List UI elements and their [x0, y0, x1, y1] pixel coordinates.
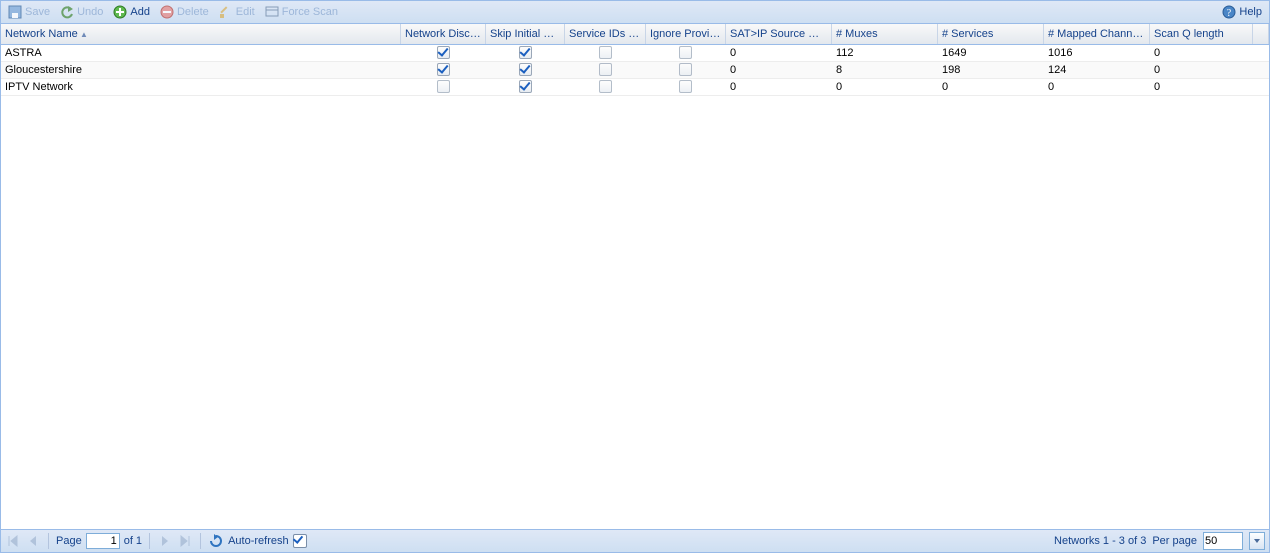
undo-icon [60, 5, 74, 19]
cell-mapped: 124 [1044, 62, 1150, 78]
col-service-ids[interactable]: Service IDs as C... [565, 24, 646, 44]
networks-panel: Save Undo Add Delete Edit [0, 0, 1270, 553]
cell-service-ids[interactable] [565, 79, 646, 95]
cell-discovery[interactable] [401, 62, 486, 78]
col-mapped-channels[interactable]: # Mapped Channels [1044, 24, 1150, 44]
col-network-discovery[interactable]: Network Discovery [401, 24, 486, 44]
edit-button[interactable]: Edit [214, 2, 260, 22]
cell-ignore-provider[interactable] [646, 45, 726, 61]
scan-icon [265, 5, 279, 19]
cell-scanq: 0 [1150, 45, 1253, 61]
col-ignore-provider[interactable]: Ignore Provider's... [646, 24, 726, 44]
checkbox-icon [519, 63, 532, 76]
cell-network-name: IPTV Network [1, 79, 401, 95]
checkbox-icon [679, 80, 692, 93]
table-row[interactable]: ASTRA0112164910160 [1, 45, 1269, 62]
cell-muxes: 8 [832, 62, 938, 78]
auto-refresh-toggle[interactable]: Auto-refresh [228, 534, 307, 548]
page-label: Page [56, 535, 82, 547]
cell-discovery[interactable] [401, 79, 486, 95]
col-spacer [1253, 24, 1269, 44]
add-button[interactable]: Add [108, 2, 155, 22]
per-page-label: Per page [1152, 535, 1197, 547]
col-scan-q[interactable]: Scan Q length [1150, 24, 1253, 44]
prev-page-button[interactable] [25, 533, 41, 549]
checkbox-icon [599, 63, 612, 76]
cell-services: 0 [938, 79, 1044, 95]
cell-skip[interactable] [486, 79, 565, 95]
last-page-button[interactable] [177, 533, 193, 549]
checkbox-icon [519, 46, 532, 59]
save-button[interactable]: Save [3, 2, 55, 22]
cell-mapped: 0 [1044, 79, 1150, 95]
cell-scanq: 0 [1150, 62, 1253, 78]
help-button[interactable]: ? Help [1217, 2, 1267, 22]
cell-muxes: 112 [832, 45, 938, 61]
col-network-name[interactable]: Network Name [1, 24, 401, 44]
cell-scanq: 0 [1150, 79, 1253, 95]
checkbox-icon [599, 46, 612, 59]
paging-status: Networks 1 - 3 of 3 [1054, 535, 1146, 547]
cell-ignore-provider[interactable] [646, 79, 726, 95]
checkbox-icon [679, 46, 692, 59]
edit-icon [219, 5, 233, 19]
delete-icon [160, 5, 174, 19]
col-services[interactable]: # Services [938, 24, 1044, 44]
checkbox-icon [437, 63, 450, 76]
cell-skip[interactable] [486, 62, 565, 78]
cell-services: 1649 [938, 45, 1044, 61]
cell-ignore-provider[interactable] [646, 62, 726, 78]
add-icon [113, 5, 127, 19]
undo-button[interactable]: Undo [55, 2, 108, 22]
checkbox-icon [599, 80, 612, 93]
col-skip-initial-scan[interactable]: Skip Initial Scan [486, 24, 565, 44]
cell-mapped: 1016 [1044, 45, 1150, 61]
first-page-button[interactable] [5, 533, 21, 549]
checkbox-icon [679, 63, 692, 76]
cell-services: 198 [938, 62, 1044, 78]
grid-header: Network Name Network Discovery Skip Init… [1, 24, 1269, 45]
checkbox-icon [437, 46, 450, 59]
cell-satip: 0 [726, 79, 832, 95]
help-icon: ? [1222, 5, 1236, 19]
grid-body: ASTRA0112164910160Gloucestershire0819812… [1, 45, 1269, 529]
cell-discovery[interactable] [401, 45, 486, 61]
col-muxes[interactable]: # Muxes [832, 24, 938, 44]
cell-satip: 0 [726, 45, 832, 61]
col-satip-source[interactable]: SAT>IP Source Number [726, 24, 832, 44]
toolbar: Save Undo Add Delete Edit [1, 1, 1269, 24]
page-of-label: of 1 [124, 535, 142, 547]
next-page-button[interactable] [157, 533, 173, 549]
paging-toolbar: Page of 1 Auto-refresh Networks 1 - 3 of… [1, 529, 1269, 552]
page-number-input[interactable] [86, 533, 120, 549]
table-row[interactable]: IPTV Network00000 [1, 79, 1269, 96]
cell-service-ids[interactable] [565, 62, 646, 78]
delete-button[interactable]: Delete [155, 2, 214, 22]
cell-service-ids[interactable] [565, 45, 646, 61]
save-icon [8, 5, 22, 19]
cell-muxes: 0 [832, 79, 938, 95]
checkbox-icon [437, 80, 450, 93]
auto-refresh-checkbox[interactable] [293, 534, 307, 548]
refresh-button[interactable] [208, 533, 224, 549]
per-page-dropdown[interactable] [1249, 532, 1265, 550]
cell-satip: 0 [726, 62, 832, 78]
cell-skip[interactable] [486, 45, 565, 61]
svg-text:?: ? [1227, 8, 1232, 19]
table-row[interactable]: Gloucestershire081981240 [1, 62, 1269, 79]
cell-network-name: ASTRA [1, 45, 401, 61]
per-page-input[interactable] [1203, 532, 1243, 550]
checkbox-icon [519, 80, 532, 93]
force-scan-button[interactable]: Force Scan [260, 2, 343, 22]
cell-network-name: Gloucestershire [1, 62, 401, 78]
